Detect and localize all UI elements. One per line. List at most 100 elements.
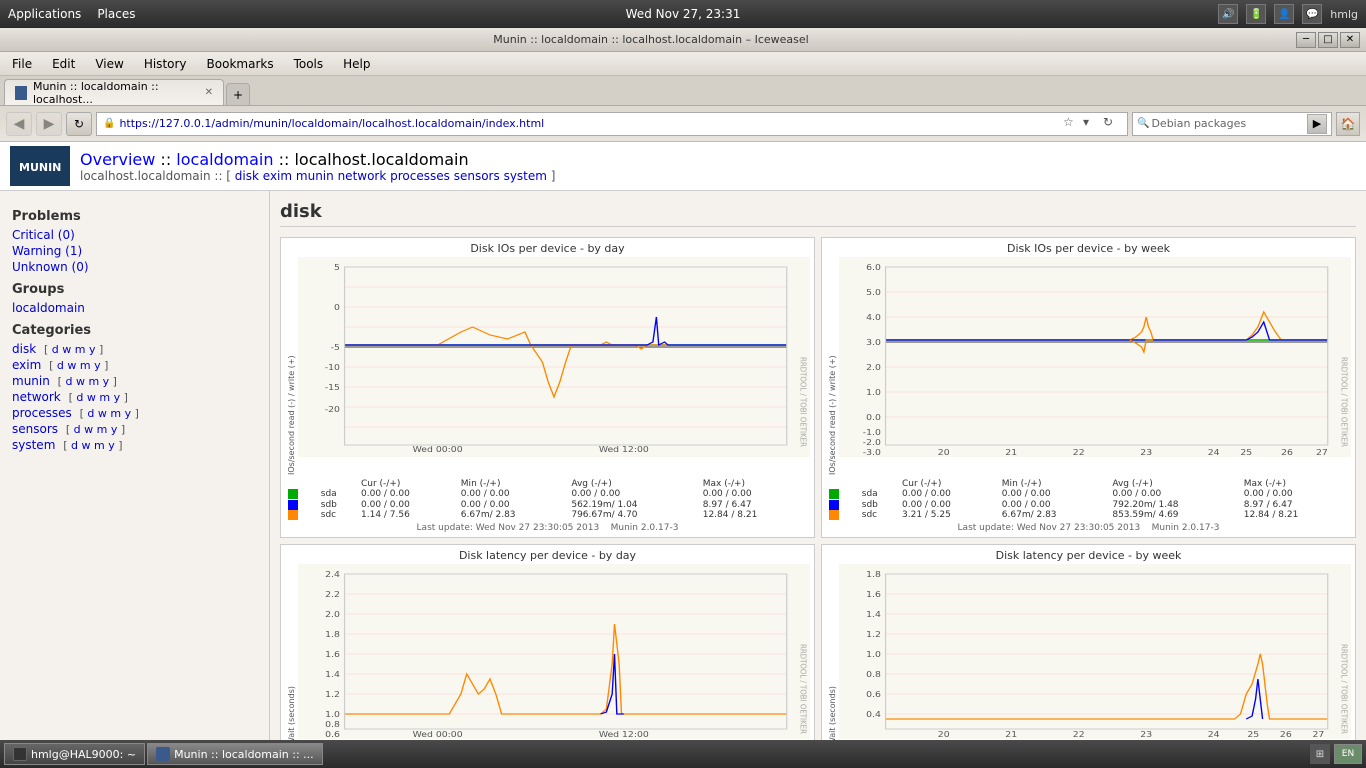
browser-taskbar-app[interactable]: Munin :: localdomain :: ... [147, 743, 323, 765]
breadcrumb-munin[interactable]: munin [296, 169, 334, 183]
sidebar-critical[interactable]: Critical (0) [12, 228, 257, 242]
cat-exim-link[interactable]: exim [12, 358, 41, 372]
svg-text:27: 27 [1316, 449, 1328, 457]
svg-text:23: 23 [1140, 449, 1152, 457]
new-tab-button[interactable]: + [226, 83, 250, 105]
breadcrumb-network[interactable]: network [338, 169, 387, 183]
svg-text:0.4: 0.4 [866, 710, 881, 719]
chart2-svg: 6.0 5.0 4.0 3.0 2.0 1.0 0.0 -1.0 -2.0 -3… [839, 257, 1351, 457]
forward-button[interactable]: ▶ [36, 112, 62, 136]
warning-link[interactable]: Warning (1) [12, 244, 82, 258]
overview-link[interactable]: Overview [80, 150, 155, 169]
munin-logo: MUNIN [10, 146, 70, 186]
svg-text:Wed 00:00: Wed 00:00 [413, 730, 463, 738]
svg-text:-5: -5 [331, 344, 340, 353]
menu-tools[interactable]: Tools [286, 55, 332, 73]
legend2-sda-name: sda [859, 489, 899, 500]
terminal-icon [13, 747, 27, 761]
legend-sdc-avg: 796.67m/ 4.70 [568, 510, 699, 521]
svg-text:-15: -15 [325, 384, 340, 393]
active-tab[interactable]: Munin :: localdomain :: localhost... ✕ [4, 79, 224, 105]
cat-system-link[interactable]: system [12, 438, 55, 452]
sidebar-warning[interactable]: Warning (1) [12, 244, 257, 258]
maximize-button[interactable]: □ [1318, 32, 1338, 48]
tab-close-icon[interactable]: ✕ [205, 87, 213, 98]
chart-area-1: IOs/second read (-) / write (+) [285, 257, 810, 477]
username: hmlg [1330, 8, 1358, 21]
svg-text:24: 24 [1208, 730, 1220, 738]
svg-text:26: 26 [1280, 730, 1292, 738]
svg-text:26: 26 [1281, 449, 1293, 457]
svg-text:RRDTOOL / TOBI OETIKER: RRDTOOL / TOBI OETIKER [799, 644, 809, 735]
sidebar-localdomain[interactable]: localdomain [12, 301, 257, 315]
svg-text:23: 23 [1140, 730, 1152, 738]
reload-button[interactable]: ↻ [66, 112, 92, 136]
svg-text:Wed 00:00: Wed 00:00 [413, 446, 463, 455]
menu-view[interactable]: View [87, 55, 131, 73]
chart-title-3: Disk latency per device - by day [285, 549, 810, 562]
unknown-link[interactable]: Unknown (0) [12, 260, 89, 274]
breadcrumb-exim[interactable]: exim [263, 169, 292, 183]
svg-text:0: 0 [334, 304, 340, 313]
cat-sensors-link[interactable]: sensors [12, 422, 58, 436]
legend2-sdc-avg: 853.59m/ 4.69 [1109, 510, 1240, 521]
cat-network-link[interactable]: network [12, 390, 61, 404]
critical-link[interactable]: Critical (0) [12, 228, 75, 242]
legend-sdc-name: sdc [318, 510, 358, 521]
cat-disk-link[interactable]: disk [12, 342, 36, 356]
close-button[interactable]: ✕ [1340, 32, 1360, 48]
cat-munin-sub: [ d w m y ] [58, 375, 117, 388]
menu-help[interactable]: Help [335, 55, 378, 73]
sidebar-unknown[interactable]: Unknown (0) [12, 260, 257, 274]
munin-title-area: Overview :: localdomain :: localhost.loc… [80, 150, 555, 183]
chart-disk-ios-week: Disk IOs per device - by week IOs/second… [821, 237, 1356, 538]
terminal-taskbar-app[interactable]: hmlg@HAL9000: ~ [4, 743, 145, 765]
svg-text:5.0: 5.0 [866, 289, 881, 298]
legend2-sdc-name: sdc [859, 510, 899, 521]
breadcrumb-system[interactable]: system [504, 169, 547, 183]
chart4-ylabel: erage IO Wait (seconds) [826, 564, 839, 741]
menu-edit[interactable]: Edit [44, 55, 83, 73]
bookmark-dropdown-icon[interactable]: ▾ [1083, 115, 1101, 133]
breadcrumb-disk[interactable]: disk [235, 169, 259, 183]
chart-area-4: erage IO Wait (seconds) [826, 564, 1351, 741]
menu-history[interactable]: History [136, 55, 195, 73]
section-title: disk [280, 201, 1356, 227]
places-menu[interactable]: Places [97, 7, 135, 21]
address-bar: ◀ ▶ ↻ 🔒 https://127.0.0.1/admin/munin/lo… [0, 106, 1366, 142]
minimize-button[interactable]: ─ [1296, 32, 1316, 48]
svg-text:0.6: 0.6 [325, 730, 340, 738]
svg-text:22: 22 [1073, 730, 1085, 738]
localdomain-link[interactable]: localdomain [176, 150, 273, 169]
sys-flag-icon: EN [1334, 744, 1362, 764]
home-button[interactable]: 🏠 [1336, 112, 1360, 136]
battery-icon[interactable]: 🔋 [1246, 4, 1266, 24]
svg-text:RRDTOOL / TOBI OETIKER: RRDTOOL / TOBI OETIKER [799, 357, 809, 448]
localdomain-group-link[interactable]: localdomain [12, 301, 85, 315]
volume-icon[interactable]: 🔊 [1218, 4, 1238, 24]
applications-menu[interactable]: Applications [8, 7, 81, 21]
cat-processes-link[interactable]: processes [12, 406, 72, 420]
taskbar-apps-menu: Applications Places [8, 7, 135, 21]
legend-sdb-min: 0.00 / 0.00 [458, 500, 569, 511]
url-bar[interactable]: 🔒 https://127.0.0.1/admin/munin/localdom… [96, 112, 1128, 136]
url-action-icons: ☆ ▾ ↻ [1063, 115, 1121, 133]
breadcrumb-processes[interactable]: processes [390, 169, 450, 183]
user-icon[interactable]: 👤 [1274, 4, 1294, 24]
cat-munin-link[interactable]: munin [12, 374, 50, 388]
menu-bookmarks[interactable]: Bookmarks [199, 55, 282, 73]
menu-file[interactable]: File [4, 55, 40, 73]
svg-text:1.6: 1.6 [325, 650, 340, 659]
window-controls: ─ □ ✕ [1296, 32, 1360, 48]
breadcrumb-sensors[interactable]: sensors [454, 169, 500, 183]
search-bar[interactable]: 🔍 Debian packages ▶ [1132, 112, 1332, 136]
svg-text:21: 21 [1005, 730, 1017, 738]
categories-title: Categories [12, 323, 257, 338]
bookmark-star-icon[interactable]: ☆ [1063, 115, 1081, 133]
search-submit-button[interactable]: ▶ [1307, 114, 1327, 134]
legend2-sdb-color [829, 500, 839, 510]
back-button[interactable]: ◀ [6, 112, 32, 136]
refresh-icon[interactable]: ↻ [1103, 115, 1121, 133]
chat-icon[interactable]: 💬 [1302, 4, 1322, 24]
top-taskbar: Applications Places Wed Nov 27, 23:31 🔊 … [0, 0, 1366, 28]
